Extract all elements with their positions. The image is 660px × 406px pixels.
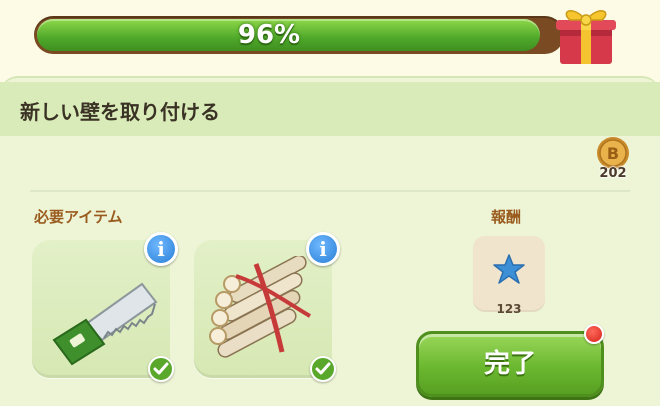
reward-card[interactable] [473,236,545,312]
reward-count: 123 [496,302,522,316]
reward-label: 報酬 [491,208,522,226]
info-button[interactable]: i [144,232,178,266]
progress-label: 96% [237,20,301,50]
notification-dot [584,324,604,344]
coin-count: 202 [599,166,627,181]
check-icon [148,356,174,382]
blue-star-icon [493,254,525,284]
coin-letter: B [607,144,619,163]
coin-icon: B [597,137,629,169]
log-bundle-icon [209,256,311,358]
required-item-logs[interactable]: i [194,232,340,382]
divider [30,190,630,192]
task-title: 新しい壁を取り付ける [20,100,220,124]
saw-icon [52,282,158,366]
progress-bar: 96% [34,16,564,54]
complete-button[interactable]: 完了 [416,331,604,397]
info-button[interactable]: i [306,232,340,266]
check-icon [310,356,336,382]
gift-box-icon[interactable] [552,0,620,68]
required-items-label: 必要アイテム [34,208,123,226]
required-item-saw[interactable]: i [32,232,178,382]
